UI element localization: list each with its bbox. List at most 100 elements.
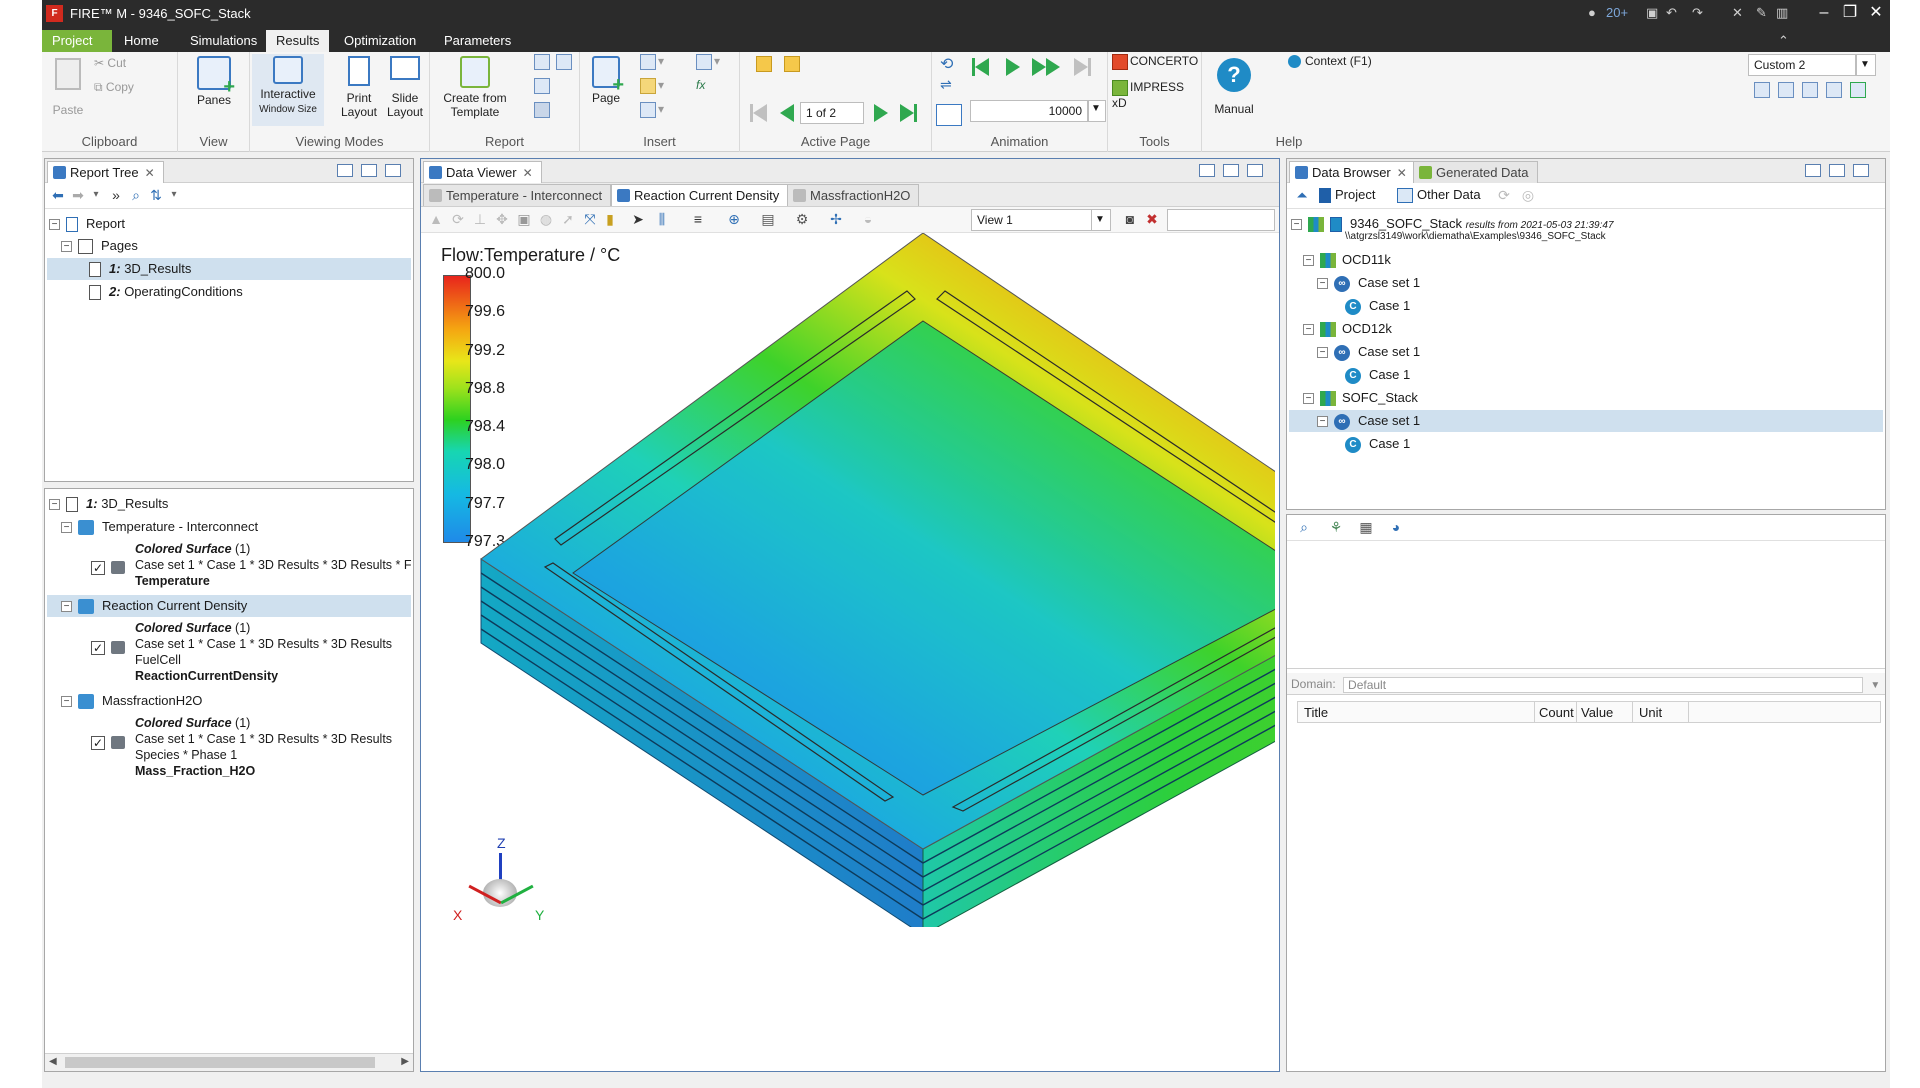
scroll-left-icon[interactable]: ◀ — [49, 1056, 57, 1067]
cancel-icon[interactable]: ✕ — [1732, 5, 1743, 21]
print-layout-button[interactable]: Print Layout — [338, 56, 380, 119]
interactive-button[interactable]: Interactive Window Size — [252, 54, 324, 126]
save-icon[interactable]: ▣ — [1646, 5, 1658, 21]
collapse-icon[interactable]: − — [61, 696, 72, 708]
select-box-icon[interactable]: ▣ — [515, 210, 533, 228]
back-arrow-icon[interactable]: ⬅ — [49, 186, 67, 204]
pane-columns-icon[interactable] — [1223, 164, 1239, 177]
tab-parameters[interactable]: Parameters — [434, 30, 521, 52]
layout-select-arrow[interactable]: ▼ — [1856, 54, 1876, 76]
db-node-1-caseset[interactable]: − ∞ Case set 1 — [1317, 272, 1420, 294]
col-unit[interactable]: Unit — [1632, 702, 1668, 722]
col-count[interactable]: Count — [1534, 702, 1578, 722]
project-button[interactable]: Project — [1319, 187, 1375, 204]
prop-item-3[interactable]: − MassfractionH2O — [61, 690, 202, 712]
checkbox-checked-icon[interactable]: ✓ — [91, 735, 105, 750]
collapse-icon[interactable]: − — [1303, 255, 1314, 267]
step-icon[interactable]: ⇌ — [940, 76, 952, 93]
prop-item-2[interactable]: − Reaction Current Density — [47, 595, 411, 617]
collapse-icon[interactable]: − — [61, 601, 72, 613]
subtab-massfraction-h2o[interactable]: MassfractionH2O — [787, 184, 920, 206]
view-select[interactable]: View 1 — [971, 209, 1093, 231]
insert-chart-button[interactable]: ▾ — [640, 54, 664, 70]
close-icon[interactable]: ✕ — [523, 166, 533, 180]
loop-icon[interactable]: ⟲ — [940, 54, 953, 74]
db-node-ocd11k[interactable]: − OCD11k — [1303, 249, 1391, 271]
collapse-icon[interactable]: − — [1303, 393, 1314, 405]
sphere-icon[interactable]: ◍ — [537, 210, 555, 228]
camera-icon[interactable]: ◙ — [1121, 210, 1139, 228]
brush-icon[interactable]: ✎ — [1756, 5, 1767, 21]
range-icon[interactable] — [936, 104, 962, 126]
collapse-up-icon[interactable]: ⏶ — [1293, 186, 1311, 204]
slide-layout-button[interactable]: Slide Layout — [384, 56, 426, 119]
db-node-3-caseset[interactable]: − ∞ Case set 1 — [1289, 410, 1883, 432]
sort-icon[interactable]: ⇅ — [147, 186, 165, 204]
pie-icon[interactable]: ◕ — [1387, 518, 1405, 536]
col-title[interactable]: Title — [1304, 705, 1328, 720]
collapse-icon[interactable]: − — [49, 219, 60, 231]
close-button[interactable]: ✕ — [1862, 2, 1890, 24]
subtab-reaction-current-density[interactable]: Reaction Current Density — [611, 184, 789, 206]
view-select-arrow[interactable]: ▼ — [1091, 209, 1111, 231]
tab-results[interactable]: Results — [266, 30, 330, 52]
pick-cursor-icon[interactable]: ➤ — [629, 210, 647, 228]
refresh-icon[interactable]: ⟳ — [1495, 186, 1513, 204]
tab-project[interactable]: Project — [42, 30, 112, 52]
prop-item-3-visibility[interactable]: ✓ — [91, 734, 133, 750]
domain-select[interactable]: Default — [1343, 677, 1864, 693]
col-value[interactable]: Value — [1576, 702, 1617, 722]
checkbox-checked-icon[interactable]: ✓ — [91, 560, 105, 575]
frames-field[interactable]: 10000 — [970, 100, 1088, 122]
prev-page-button[interactable] — [780, 104, 794, 125]
report-tree-tab[interactable]: Report Tree ✕ — [47, 161, 164, 183]
last-page-button[interactable] — [900, 104, 917, 125]
layout-tool-4[interactable] — [1826, 82, 1844, 98]
viewer-search-field[interactable] — [1167, 209, 1275, 231]
report-tool-1[interactable] — [534, 54, 552, 70]
layout-tool-1[interactable] — [1754, 82, 1772, 98]
collapse-icon[interactable]: − — [1317, 278, 1328, 290]
paint-icon[interactable]: ◒ — [859, 210, 877, 228]
collapse-icon[interactable]: − — [1317, 416, 1328, 428]
trash-icon[interactable]: ▥ — [1776, 5, 1788, 21]
next-page-button[interactable] — [874, 104, 888, 125]
checkbox-checked-icon[interactable]: ✓ — [91, 640, 105, 655]
palette-icon[interactable]: ▮ — [601, 210, 619, 228]
layout-select[interactable]: Custom 2 — [1748, 54, 1856, 76]
context-help-button[interactable]: Context (F1) — [1288, 54, 1372, 69]
pane-columns-icon[interactable] — [361, 164, 377, 177]
tab-simulations[interactable]: Simulations — [180, 30, 267, 52]
transform-icon[interactable]: ⚙ — [793, 210, 811, 228]
axis-icon[interactable]: ⊥ — [471, 210, 489, 228]
undo-icon[interactable]: ↶ — [1666, 5, 1677, 21]
insert-text-button[interactable]: ▾ — [640, 102, 664, 118]
formula-icon[interactable]: fx — [696, 78, 705, 92]
search-icon[interactable]: ⌕ — [1295, 518, 1313, 536]
sort-dropdown-icon[interactable]: ▾ — [165, 186, 183, 204]
frames-dropdown[interactable]: ▼ — [1088, 100, 1106, 122]
pan-icon[interactable]: ✥ — [493, 210, 511, 228]
info-icon[interactable]: ● — [1588, 5, 1596, 20]
subtab-temperature-interconnect[interactable]: Temperature - Interconnect — [423, 184, 612, 206]
horizontal-scrollbar[interactable]: ◀ ▶ — [45, 1053, 413, 1071]
scroll-right-icon[interactable]: ▶ — [401, 1056, 409, 1067]
collapse-icon[interactable]: − — [49, 499, 60, 511]
collapse-icon[interactable]: − — [61, 522, 72, 534]
pane-split-icon[interactable] — [1199, 164, 1215, 177]
double-chevron-icon[interactable]: » — [107, 186, 125, 204]
domain-dropdown-icon[interactable]: ▼ — [1870, 680, 1880, 691]
equalizer-icon[interactable]: ⫼ — [653, 210, 671, 228]
pane-split-icon[interactable] — [337, 164, 353, 177]
data-viewer-tab[interactable]: Data Viewer ✕ — [423, 161, 542, 183]
scroll-thumb[interactable] — [65, 1057, 375, 1068]
restore-button[interactable]: ❐ — [1836, 2, 1864, 24]
db-node-3-case[interactable]: C Case 1 — [1345, 433, 1410, 455]
first-page-button[interactable] — [750, 104, 767, 125]
cut-button[interactable]: ✂ Cut — [94, 56, 126, 70]
db-node-2-caseset[interactable]: − ∞ Case set 1 — [1317, 341, 1420, 363]
prop-item-2-visibility[interactable]: ✓ — [91, 639, 133, 655]
prop-root[interactable]: − 1: 3D_Results — [49, 493, 168, 515]
tab-home[interactable]: Home — [114, 30, 169, 52]
copy-button[interactable]: ⧉ Copy — [94, 80, 134, 95]
